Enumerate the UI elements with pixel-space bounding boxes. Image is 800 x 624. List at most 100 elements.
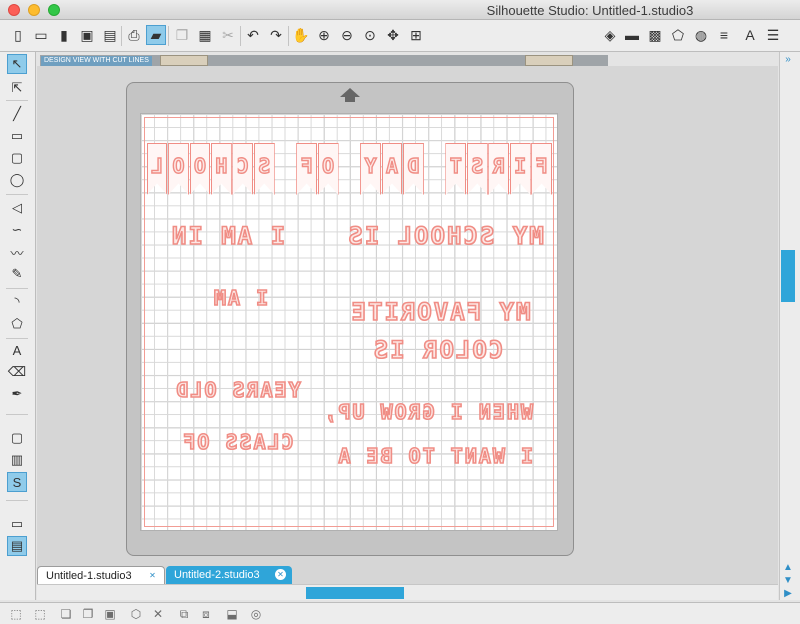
- tab-untitled-1[interactable]: Untitled-1.studio3 ✕: [37, 566, 165, 584]
- pan-hand-icon[interactable]: ✋: [291, 25, 311, 45]
- redo-icon[interactable]: ↷: [266, 25, 286, 45]
- line-color-icon[interactable]: ▬: [622, 25, 642, 45]
- banner-pennant: [275, 143, 295, 195]
- design-view-label: DESIGN VIEW WITH CUT LINES: [41, 56, 152, 66]
- send-to-cutter-icon[interactable]: ▰: [146, 25, 166, 45]
- eraser-tool-icon[interactable]: ⌫: [7, 362, 27, 382]
- new-document-icon[interactable]: ▯: [8, 25, 28, 45]
- ungroup-icon[interactable]: ⬚: [32, 606, 48, 622]
- banner-pennant: A: [382, 143, 403, 195]
- banner-letter: R: [492, 154, 505, 178]
- line-tool-icon[interactable]: ╱: [7, 104, 27, 124]
- text-years-old[interactable]: YEARS OLD: [155, 377, 320, 403]
- offset-icon[interactable]: ◎: [248, 606, 264, 622]
- silhouette-studio-window: Silhouette Studio: Untitled-1.studio3 ▯ …: [0, 0, 800, 624]
- point-edit-tool-icon[interactable]: ⇱: [7, 78, 27, 98]
- silhouette-store-icon[interactable]: S: [7, 472, 27, 492]
- banner-pennant: O: [190, 143, 211, 195]
- tab-untitled-2[interactable]: Untitled-2.studio3 ✕: [166, 566, 292, 584]
- save-icon[interactable]: ▣: [77, 25, 97, 45]
- text-class-of[interactable]: CLASS OF: [170, 429, 305, 455]
- open-icon[interactable]: ▭: [31, 25, 51, 45]
- ruler-handle-right[interactable]: [525, 55, 573, 66]
- text-color-is[interactable]: COLOR IS: [370, 335, 505, 365]
- paste-icon[interactable]: ▦: [195, 25, 215, 45]
- maximize-window-button[interactable]: [48, 4, 60, 16]
- design-view-icon[interactable]: ▭: [7, 514, 27, 534]
- copy-icon[interactable]: ❐: [172, 25, 192, 45]
- minimize-window-button[interactable]: [28, 4, 40, 16]
- subtract-icon[interactable]: ✕: [150, 606, 166, 622]
- text-i-want-to-be-a[interactable]: I WANT TO BE A: [336, 443, 534, 469]
- library-icon[interactable]: ▥: [7, 450, 27, 470]
- banner-letter: L: [151, 154, 164, 178]
- duplicate-icon[interactable]: ⧉: [176, 606, 192, 622]
- ruler-handle-left[interactable]: [160, 55, 208, 66]
- window-title: Silhouette Studio: Untitled-1.studio3: [486, 3, 694, 18]
- undo-icon[interactable]: ↶: [243, 25, 263, 45]
- polygon-tool-icon[interactable]: ◁: [7, 198, 27, 218]
- shape-icon[interactable]: ⬠: [668, 25, 688, 45]
- zoom-out-icon[interactable]: ⊖: [337, 25, 357, 45]
- arc-tool-icon[interactable]: ◝: [7, 292, 27, 312]
- tab-close-icon[interactable]: ✕: [147, 570, 158, 581]
- rounded-rectangle-tool-icon[interactable]: ▢: [7, 148, 27, 168]
- panel-expand-icon[interactable]: »: [782, 54, 794, 66]
- text-tool-icon[interactable]: A: [7, 340, 27, 360]
- scroll-up-icon[interactable]: ▲: [782, 562, 794, 574]
- tab-close-icon[interactable]: ✕: [275, 569, 286, 580]
- line-style-icon[interactable]: ≡: [714, 25, 734, 45]
- fill-icon[interactable]: ◈: [600, 25, 620, 45]
- text-i-am[interactable]: I AM: [200, 285, 280, 311]
- send-to-back-icon[interactable]: ❐: [80, 606, 96, 622]
- text-my-school-is[interactable]: MY SCHOOL IS: [340, 221, 550, 251]
- banner-letter: H: [215, 154, 228, 178]
- horizontal-scrollbar[interactable]: [37, 584, 778, 600]
- scroll-right-icon[interactable]: ▶: [782, 588, 794, 600]
- close-window-button[interactable]: [8, 4, 20, 16]
- text-i-am-in[interactable]: I AM IN: [160, 221, 295, 251]
- banner-letter: F: [300, 154, 313, 178]
- tab-label: Untitled-2.studio3: [174, 569, 260, 581]
- mirror-icon[interactable]: ⧈: [198, 606, 214, 622]
- zoom-in-icon[interactable]: ⊕: [314, 25, 334, 45]
- ellipse-tool-icon[interactable]: ◯: [7, 170, 27, 190]
- scroll-down-icon[interactable]: ▼: [782, 575, 794, 587]
- page-setup-icon[interactable]: ▢: [7, 428, 27, 448]
- replicate-icon[interactable]: ⬓: [224, 606, 240, 622]
- bring-to-front-icon[interactable]: ❏: [58, 606, 74, 622]
- main-toolbar: ▯ ▭ ▮ ▣ ▤ ⎙ ▰ ❐ ▦ ✂ ↶ ↷ ✋ ⊕ ⊖ ⊙ ✥ ⊞ ◈ ▬ …: [0, 20, 800, 52]
- print-icon[interactable]: ⎙: [124, 25, 144, 45]
- rectangle-tool-icon[interactable]: ▭: [7, 126, 27, 146]
- banner-pennant: R: [488, 143, 509, 195]
- curve-tool-icon[interactable]: ∽: [7, 220, 27, 240]
- text-when-i-grow-up[interactable]: WHEN I GROW UP,: [322, 399, 534, 425]
- zoom-select-icon[interactable]: ⊙: [360, 25, 380, 45]
- group-icon[interactable]: ⬚: [8, 606, 24, 622]
- zoom-fit-icon[interactable]: ✥: [383, 25, 403, 45]
- freehand-tool-icon[interactable]: 〰: [7, 242, 27, 262]
- device-icon[interactable]: ▮: [54, 25, 74, 45]
- cut-icon[interactable]: ✂: [218, 25, 238, 45]
- banner-pennant: [339, 143, 359, 195]
- save-as-icon[interactable]: ▤: [100, 25, 120, 45]
- left-tool-panel: ↖ ⇱ ╱ ▭ ▢ ◯ ◁ ∽ 〰 ✎ ◝ ⬠ A ⌫ ✒ ▢ ▥ S ▭ ▤: [0, 52, 36, 600]
- weld-icon[interactable]: ⬡: [128, 606, 144, 622]
- knife-tool-icon[interactable]: ✒: [7, 384, 27, 404]
- bring-forward-icon[interactable]: ▣: [102, 606, 118, 622]
- vertical-scrollbar[interactable]: [779, 52, 800, 600]
- horizontal-scroll-thumb[interactable]: [306, 587, 404, 599]
- fill-pattern-icon[interactable]: ▩: [645, 25, 665, 45]
- text-my-favorite[interactable]: MY FAVORITE: [330, 297, 550, 327]
- split-view-icon[interactable]: ▤: [7, 536, 27, 556]
- gradient-icon[interactable]: ◍: [691, 25, 711, 45]
- banner-letter: C: [236, 154, 249, 178]
- vertical-scroll-thumb[interactable]: [781, 250, 795, 302]
- select-tool-icon[interactable]: ↖: [7, 54, 27, 74]
- first-day-of-school-banner[interactable]: FIRSTDAYOFSCHOOL: [146, 143, 552, 195]
- regular-polygon-tool-icon[interactable]: ⬠: [7, 314, 27, 334]
- text-style-icon[interactable]: A: [740, 25, 760, 45]
- fit-to-page-icon[interactable]: ⊞: [406, 25, 426, 45]
- smooth-freehand-tool-icon[interactable]: ✎: [7, 264, 27, 284]
- align-icon[interactable]: ☰: [763, 25, 783, 45]
